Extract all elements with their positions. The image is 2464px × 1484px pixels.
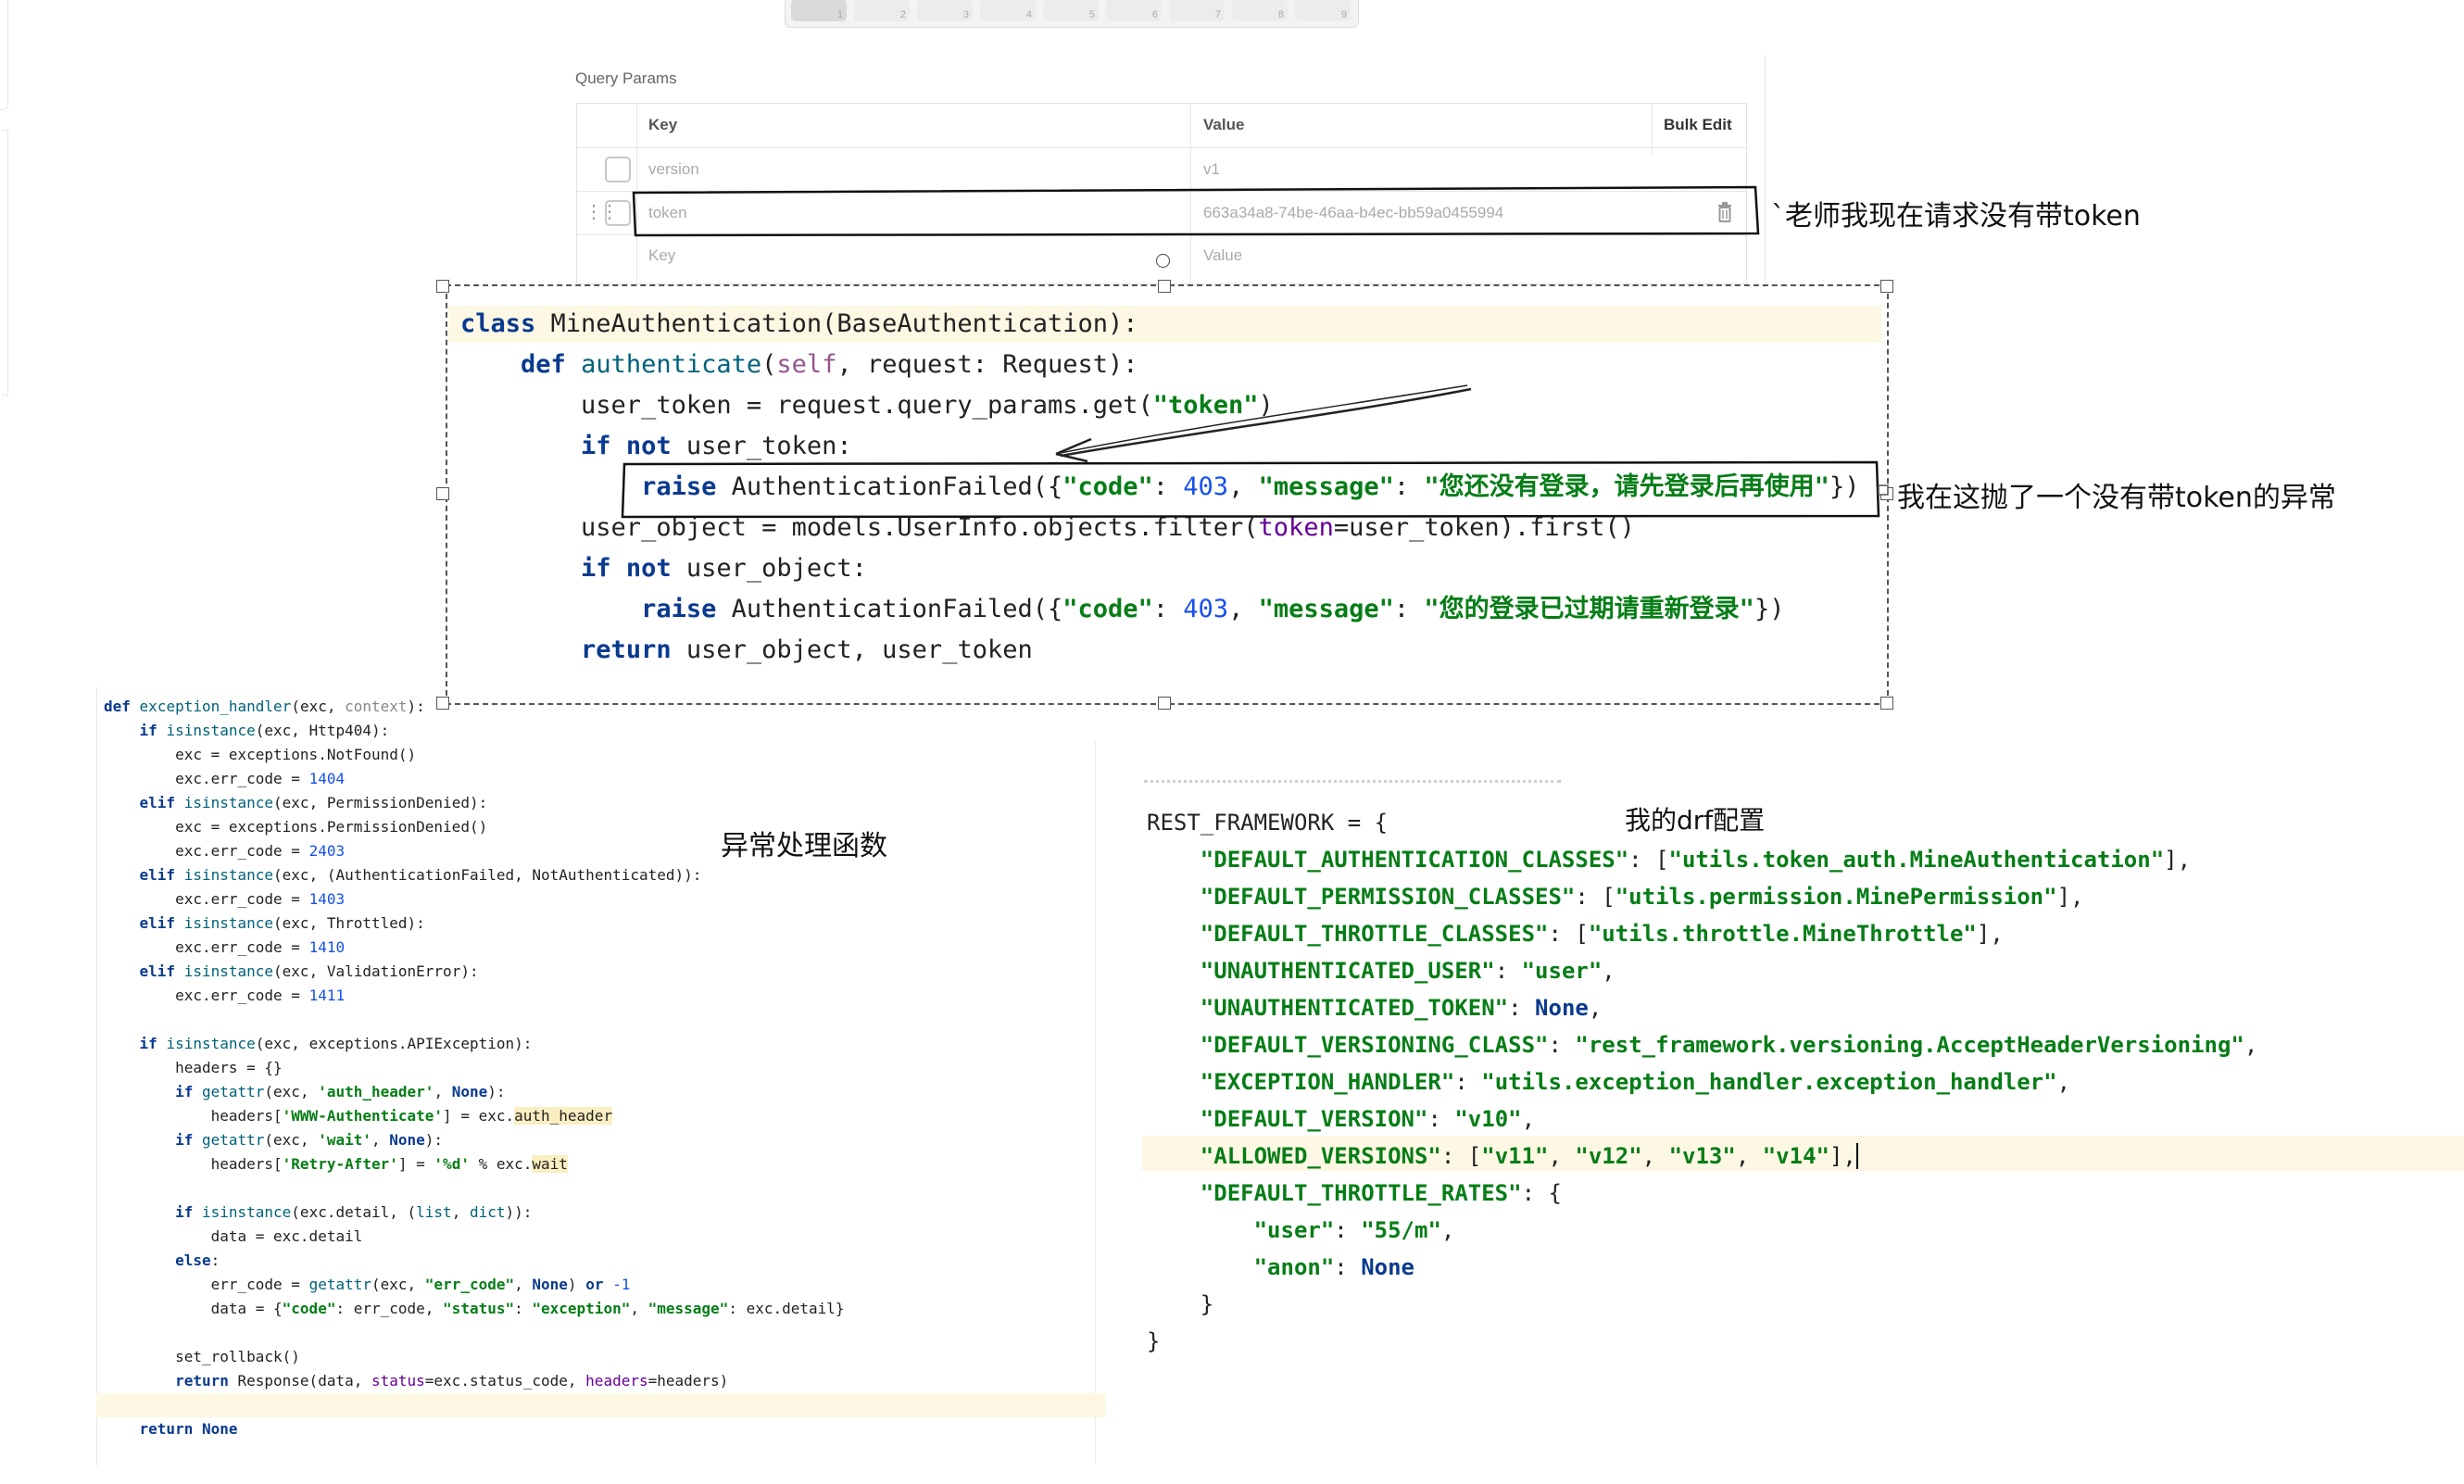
new-value-input[interactable]: Value: [1203, 246, 1242, 265]
key-column-header: Key: [648, 116, 678, 133]
drawing-toolbar: 1 2 3 4 5 6 7 8 9: [785, 0, 1359, 28]
toolbar-button-3[interactable]: 3: [917, 0, 973, 21]
annotation-raised: 我在这抛了一个没有带token的异常: [1897, 482, 2336, 514]
drf-settings-code: REST_FRAMEWORK = { "DEFAULT_AUTHENTICATI…: [1147, 810, 2258, 1354]
new-key-input[interactable]: Key: [648, 246, 675, 265]
toolbar-button-9[interactable]: 9: [1295, 0, 1351, 21]
toolbar-button-5[interactable]: 5: [1043, 0, 1099, 21]
annotation-drf: 我的drf配置: [1625, 805, 1766, 836]
param-value-version[interactable]: v1: [1203, 160, 1220, 179]
auth-code-line: class MineAuthentication(BaseAuthenticat…: [460, 309, 1138, 338]
annotation-handler: 异常处理函数: [721, 830, 887, 862]
auth-code-line: if not user_object:: [581, 554, 867, 583]
raise-line-highlight: [621, 384, 1889, 519]
toolbar-button-7[interactable]: 7: [1169, 0, 1225, 21]
auth-code-line: return user_object, user_token: [581, 635, 1033, 664]
left-panel-edge: [0, 0, 8, 110]
row-checkbox-version[interactable]: [605, 157, 631, 182]
token-row-highlight: [632, 185, 1760, 237]
toolbar-button-2[interactable]: 2: [854, 0, 910, 21]
row-checkbox-token[interactable]: [605, 200, 631, 226]
exception-handler-code: def exception_handler(exc, context): if …: [104, 698, 845, 1438]
bulk-edit-button[interactable]: Bulk Edit: [1664, 116, 1732, 134]
query-params-title: Query Params: [575, 69, 677, 87]
toolbar-button-6[interactable]: 6: [1106, 0, 1162, 21]
auth-code-line: raise AuthenticationFailed({"code": 403,…: [641, 595, 1785, 623]
toolbar-button-4[interactable]: 4: [980, 0, 1036, 21]
rotate-handle[interactable]: [1156, 254, 1170, 268]
param-key-version[interactable]: version: [648, 160, 699, 179]
toolbar-button-8[interactable]: 8: [1232, 0, 1288, 21]
value-column-header: Value: [1203, 116, 1245, 133]
toolbar-button-1[interactable]: 1: [791, 0, 847, 21]
annotation-no-token: `老师我现在请求没有带token: [1771, 200, 2141, 233]
left-panel-edge-2: [0, 130, 8, 396]
